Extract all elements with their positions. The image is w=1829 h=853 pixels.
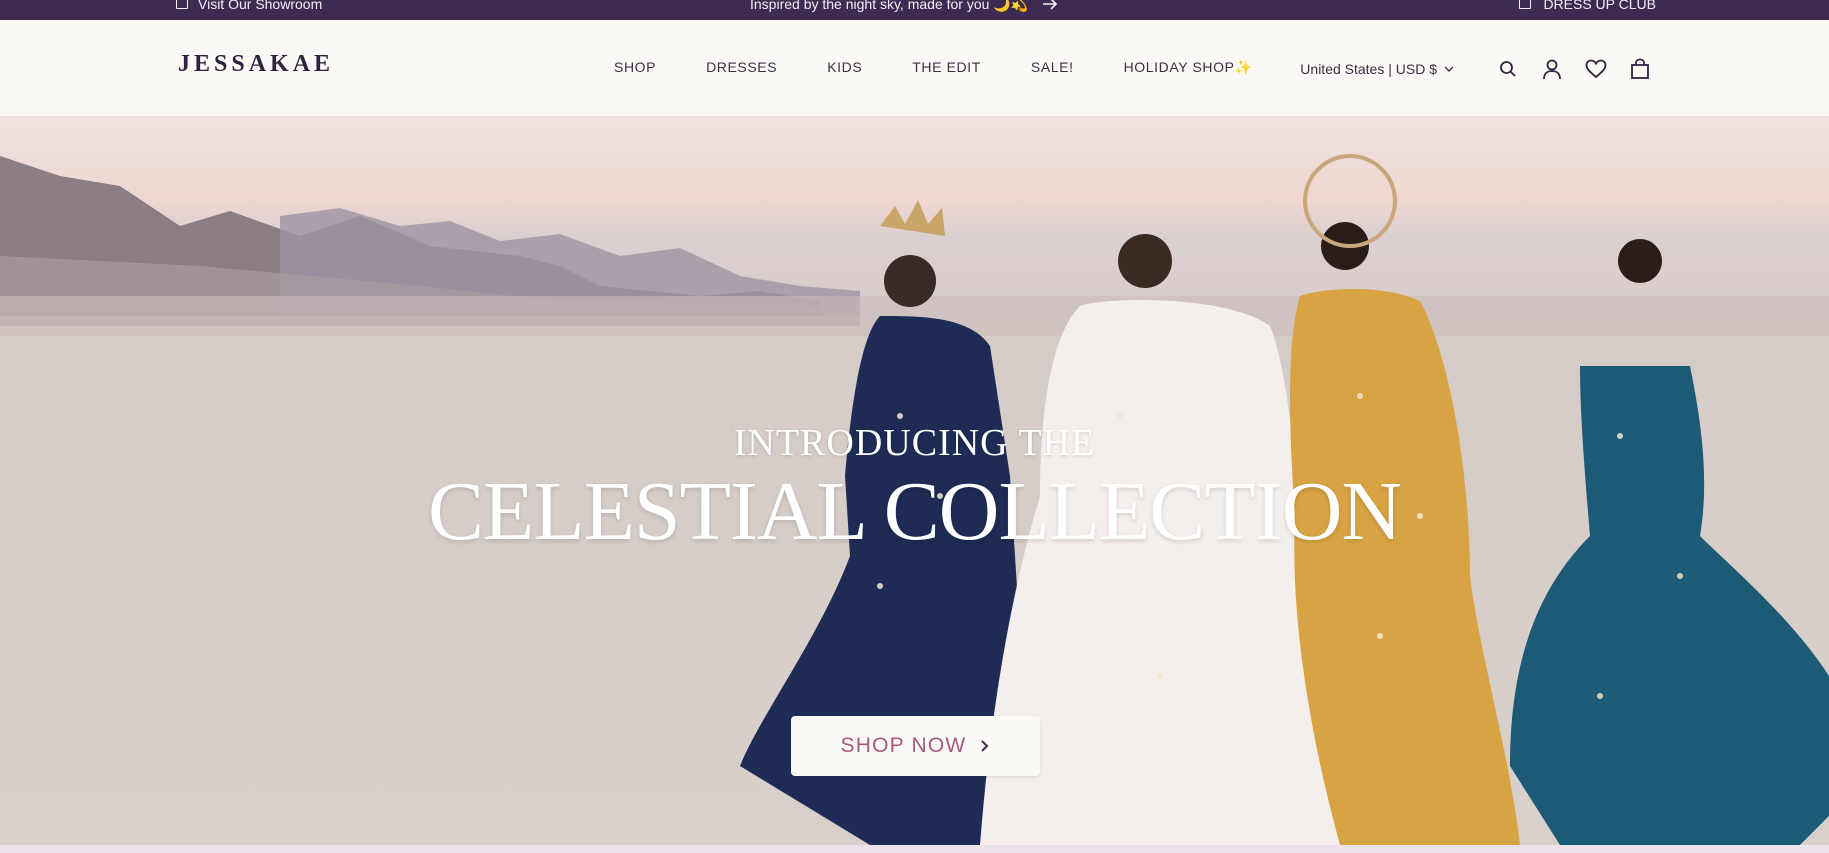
- main-nav: SHOP DRESSES KIDS THE EDIT SALE! HOLIDAY…: [614, 59, 1303, 76]
- nav-kids[interactable]: KIDS: [827, 59, 862, 76]
- page-divider: [0, 845, 1829, 853]
- hero-subtitle: INTRODUCING THE: [733, 422, 1096, 464]
- store-icon: [176, 0, 188, 9]
- hero-banner: INTRODUCING THE CELESTIAL COLLECTION SHO…: [0, 116, 1829, 845]
- account-icon: [1543, 59, 1561, 80]
- cart-button[interactable]: [1629, 58, 1651, 80]
- arrow-right-icon: [1043, 0, 1058, 10]
- nav-dresses[interactable]: DRESSES: [706, 59, 777, 76]
- chevron-right-icon: [981, 740, 989, 752]
- store-icon: [1519, 0, 1532, 9]
- search-button[interactable]: [1497, 58, 1519, 80]
- nav-shop[interactable]: SHOP: [614, 59, 656, 76]
- nav-holiday-shop[interactable]: HOLIDAY SHOP✨: [1124, 59, 1253, 76]
- region-label: United States | USD $: [1300, 61, 1437, 77]
- announcement-text: Inspired by the night sky, made for you …: [750, 0, 1029, 12]
- nav-sale[interactable]: SALE!: [1031, 59, 1074, 76]
- hero-title: CELESTIAL COLLECTION: [427, 465, 1402, 558]
- bag-icon: [1631, 58, 1649, 79]
- shop-now-label: SHOP NOW: [840, 734, 967, 757]
- logo[interactable]: JESSAKAE: [178, 51, 334, 78]
- shop-now-button[interactable]: SHOP NOW: [791, 716, 1040, 776]
- nav-the-edit[interactable]: THE EDIT: [912, 59, 981, 76]
- dress-up-club-label: DRESS UP CLUB: [1543, 0, 1656, 12]
- announcement-message[interactable]: Inspired by the night sky, made for you …: [750, 0, 1058, 14]
- dress-up-club-link[interactable]: DRESS UP CLUB: [1519, 0, 1656, 14]
- wishlist-button[interactable]: [1585, 58, 1607, 80]
- announcement-bar: Visit Our Showroom Inspired by the night…: [0, 0, 1829, 20]
- account-button[interactable]: [1541, 58, 1563, 80]
- header-utilities: United States | USD $: [1300, 58, 1651, 80]
- search-icon: [1500, 61, 1516, 77]
- showroom-link[interactable]: Visit Our Showroom: [176, 0, 322, 14]
- site-header: JESSAKAE SHOP DRESSES KIDS THE EDIT SALE…: [0, 20, 1829, 116]
- chevron-down-icon: [1444, 66, 1454, 72]
- showroom-label: Visit Our Showroom: [198, 0, 323, 12]
- heart-icon: [1585, 59, 1607, 79]
- region-selector[interactable]: United States | USD $: [1300, 61, 1455, 77]
